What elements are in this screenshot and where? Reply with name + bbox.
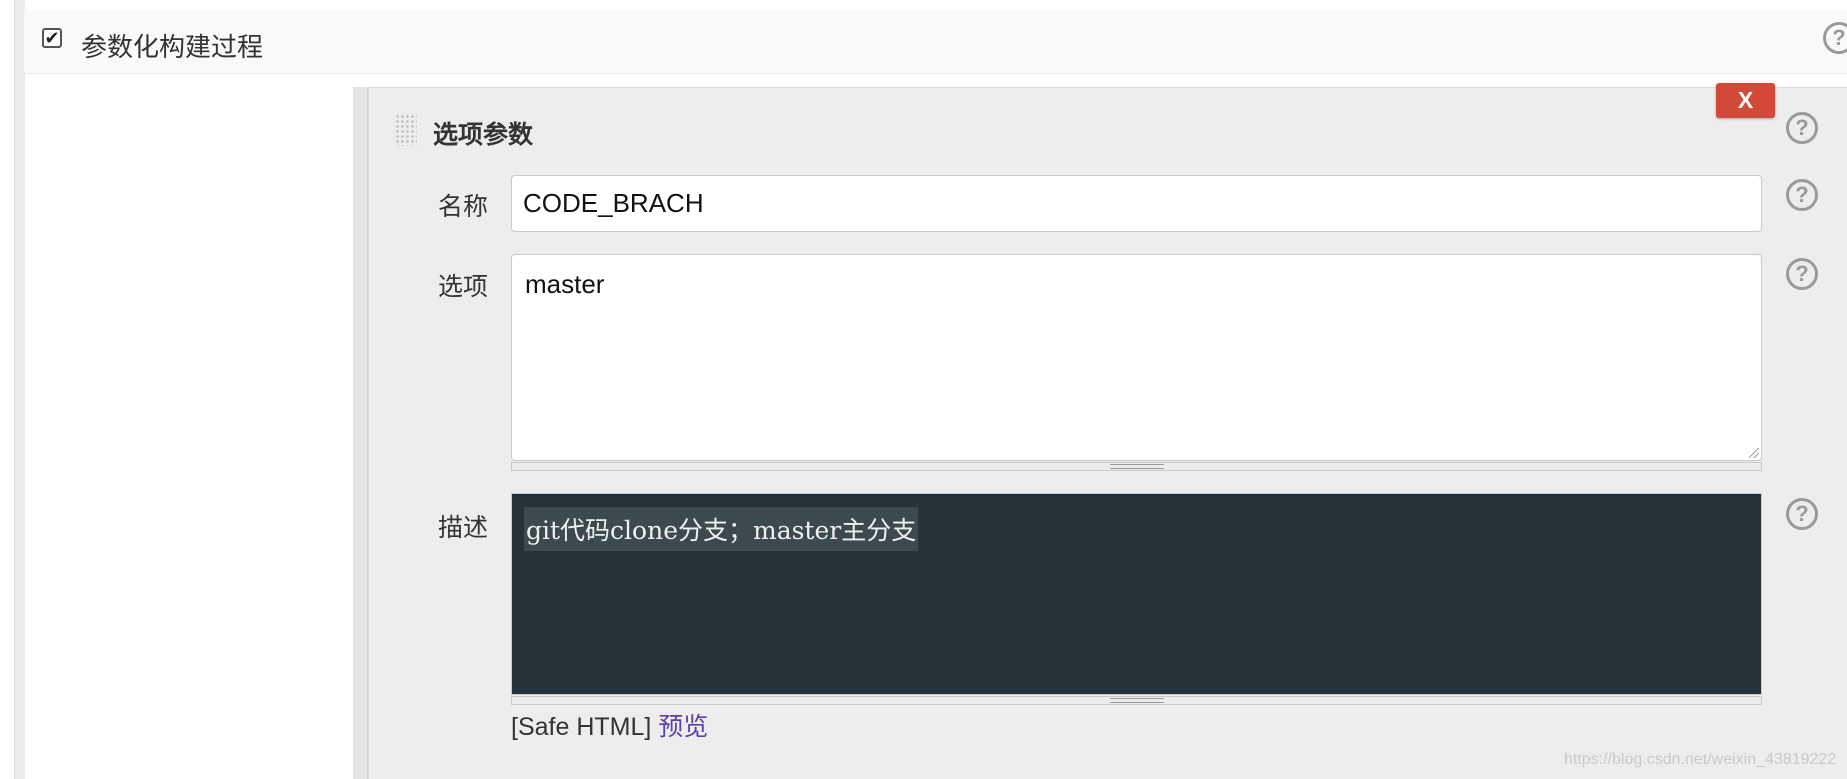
help-glyph: ? [1795, 182, 1809, 207]
resize-corner-icon[interactable] [1749, 448, 1759, 458]
description-resize-grip[interactable] [511, 696, 1762, 705]
help-glyph: ? [1795, 261, 1809, 286]
parameterized-build-section: ✔ 参数化构建过程 ? [24, 10, 1847, 74]
choices-label: 选项 [438, 272, 489, 301]
resize-grip-icon [1109, 464, 1164, 469]
watermark: https://blog.csdn.net/weixin_43819222 [1564, 751, 1837, 768]
resize-grip-icon [1109, 698, 1164, 703]
description-help-icon[interactable]: ? [1786, 498, 1818, 530]
help-glyph: ? [1795, 501, 1809, 526]
checkmark-icon: ✔ [44, 28, 60, 48]
parameter-type-title: 选项参数 [433, 120, 534, 149]
description-value: git代码clone分支；master主分支 [524, 507, 919, 551]
left-border-bar [14, 0, 25, 779]
description-editor[interactable]: git代码clone分支；master主分支 [511, 493, 1762, 695]
safe-html-label: [Safe HTML] [511, 713, 659, 741]
name-help-icon[interactable]: ? [1786, 179, 1818, 211]
drag-handle-icon[interactable] [395, 114, 417, 146]
delete-parameter-button[interactable]: X [1716, 83, 1775, 118]
preview-link[interactable]: 预览 [658, 712, 708, 741]
parameter-help-icon[interactable]: ? [1786, 112, 1818, 144]
parameterized-build-checkbox[interactable]: ✔ [42, 28, 62, 48]
choice-parameter-panel: 选项参数 X ? 名称 CODE_BRACH ? 选项 master ? 描述 … [368, 83, 1847, 779]
choices-value: master [525, 269, 605, 299]
help-glyph: ? [1832, 25, 1846, 50]
name-value: CODE_BRACH [523, 188, 704, 218]
parameterized-build-label: 参数化构建过程 [81, 33, 264, 63]
name-label: 名称 [438, 192, 489, 221]
help-glyph: ? [1795, 115, 1809, 140]
panel-indent-bar [353, 87, 368, 779]
choices-textarea[interactable]: master [511, 254, 1762, 461]
description-label: 描述 [438, 513, 489, 542]
page: ✔ 参数化构建过程 ? 选项参数 X ? 名称 CODE_BRACH ? 选项 … [0, 0, 1847, 779]
name-field[interactable]: CODE_BRACH [511, 175, 1762, 232]
safe-html-row: [Safe HTML] 预览 [511, 707, 708, 743]
choices-resize-grip[interactable] [511, 462, 1762, 471]
choices-help-icon[interactable]: ? [1786, 258, 1818, 290]
section-help-icon[interactable]: ? [1823, 22, 1847, 54]
